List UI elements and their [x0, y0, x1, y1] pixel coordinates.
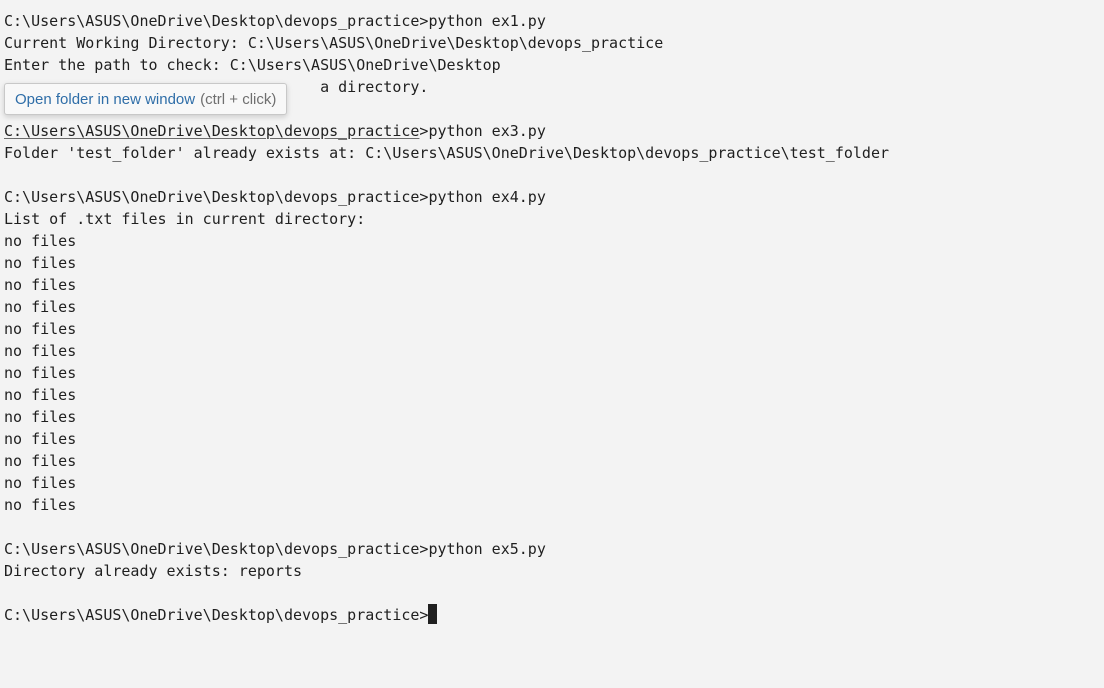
text-cursor — [428, 604, 438, 624]
terminal-line: no files — [4, 342, 77, 360]
terminal-line: no files — [4, 408, 77, 426]
terminal-line: Folder 'test_folder' already exists at: … — [4, 144, 890, 162]
terminal-line: C:\Users\ASUS\OneDrive\Desktop\devops_pr… — [4, 540, 546, 558]
shortcut-hint: (ctrl + click) — [200, 90, 277, 108]
terminal-line: no files — [4, 496, 77, 514]
terminal-line: no files — [4, 452, 77, 470]
terminal-prompt: C:\Users\ASUS\OneDrive\Desktop\devops_pr… — [4, 606, 429, 624]
terminal-line: no files — [4, 232, 77, 250]
terminal-line-linked: C:\Users\ASUS\OneDrive\Desktop\devops_pr… — [4, 120, 1104, 142]
terminal-line: List of .txt files in current directory: — [4, 210, 366, 228]
folder-path-link[interactable]: C:\Users\ASUS\OneDrive\Desktop\devops_pr… — [4, 122, 419, 140]
terminal-line: Directory already exists: reports — [4, 562, 303, 580]
terminal-prompt-line[interactable]: C:\Users\ASUS\OneDrive\Desktop\devops_pr… — [4, 604, 1104, 626]
terminal-line: no files — [4, 276, 77, 294]
terminal-line: no files — [4, 364, 77, 382]
terminal-line: no files — [4, 320, 77, 338]
terminal-line: Enter the path to check: C:\Users\ASUS\O… — [4, 56, 501, 74]
terminal-line: no files — [4, 474, 77, 492]
terminal-line: no files — [4, 298, 77, 316]
link-tooltip: Open folder in new window (ctrl + click) — [4, 83, 288, 115]
terminal-line: C:\Users\ASUS\OneDrive\Desktop\devops_pr… — [4, 188, 546, 206]
terminal-line: no files — [4, 254, 77, 272]
terminal-line: no files — [4, 386, 77, 404]
command-text: >python ex3.py — [419, 122, 546, 140]
terminal-line: Current Working Directory: C:\Users\ASUS… — [4, 34, 664, 52]
open-folder-new-window-link[interactable]: Open folder in new window — [15, 91, 195, 108]
terminal-output[interactable]: C:\Users\ASUS\OneDrive\Desktop\devops_pr… — [0, 0, 1104, 688]
terminal-line: no files — [4, 430, 77, 448]
terminal-line: C:\Users\ASUS\OneDrive\Desktop\devops_pr… — [4, 12, 546, 30]
